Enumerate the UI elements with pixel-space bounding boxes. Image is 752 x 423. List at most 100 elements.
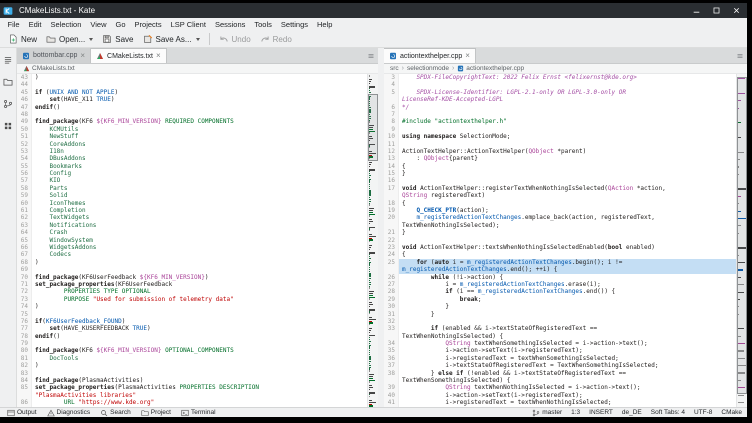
code-text: Crash bbox=[32, 229, 367, 236]
status-1-3[interactable]: 1:3 bbox=[571, 409, 580, 416]
statusbar-search-button[interactable]: Search bbox=[98, 409, 133, 417]
code-text: i->action->setText(i->registeredText); bbox=[399, 392, 736, 399]
output-icon bbox=[7, 409, 15, 417]
kate-logo-icon bbox=[3, 6, 13, 16]
code-area-left[interactable]: 43)4445if (UNIX AND NOT APPLE)46 set(HAV… bbox=[17, 74, 367, 407]
tab-actiontexthelper-cpp[interactable]: actiontexthelper.cpp bbox=[384, 48, 476, 63]
minimap-scrollbar-right[interactable] bbox=[736, 74, 747, 407]
menu-lsp-client[interactable]: LSP Client bbox=[166, 20, 210, 29]
save-as-button[interactable]: Save As... bbox=[139, 32, 204, 46]
tab-close-icon[interactable] bbox=[80, 52, 85, 60]
editor-pane-right: actiontexthelper.cpp src selectionmode act… bbox=[384, 48, 747, 407]
crumb-label: selectionmode bbox=[407, 65, 449, 72]
status-soft-tabs-4[interactable]: Soft Tabs: 4 bbox=[651, 409, 685, 416]
line-number: 59 bbox=[17, 192, 32, 199]
menu-projects[interactable]: Projects bbox=[130, 20, 166, 29]
code-text: endif() bbox=[32, 104, 367, 111]
code-text bbox=[32, 340, 367, 347]
toolbar-label: Save bbox=[115, 35, 133, 44]
open-button[interactable]: Open... bbox=[42, 32, 97, 46]
editor-left[interactable]: 43)4445if (UNIX AND NOT APPLE)46 set(HAV… bbox=[17, 74, 378, 407]
status-value: master bbox=[542, 409, 562, 416]
status-cmake[interactable]: CMake bbox=[721, 409, 742, 416]
document-list-button[interactable] bbox=[732, 48, 747, 63]
redo-button[interactable]: Redo bbox=[256, 32, 296, 46]
statusbar-project-button[interactable]: Project bbox=[139, 409, 173, 417]
tab-label: actiontexthelper.cpp bbox=[400, 53, 462, 60]
close-button[interactable] bbox=[728, 4, 744, 17]
git-branch-icon bbox=[532, 409, 540, 417]
toolview-plugins-button[interactable] bbox=[2, 119, 15, 132]
new-button[interactable]: New bbox=[4, 32, 41, 46]
code-line: 84find_package(PlasmaActivities) bbox=[17, 377, 367, 384]
menu-help[interactable]: Help bbox=[313, 20, 337, 29]
code-text: i->registeredText = textWhenSomethingIsS… bbox=[399, 355, 736, 362]
toolview-projects-button[interactable] bbox=[2, 97, 15, 110]
code-text: DocTools bbox=[32, 355, 367, 362]
code-text: */ bbox=[399, 104, 736, 111]
menu-tools[interactable]: Tools bbox=[250, 20, 277, 29]
crumb-cmakelists-txt[interactable]: CMakeLists.txt bbox=[23, 65, 75, 72]
tab-bottombar-cpp[interactable]: bottombar.cpp bbox=[17, 48, 91, 63]
minimap-viewport[interactable] bbox=[737, 77, 747, 393]
toolview-documents-button[interactable] bbox=[2, 53, 15, 66]
menu-settings[interactable]: Settings bbox=[276, 20, 312, 29]
line-number: 52 bbox=[17, 141, 32, 148]
editor-right[interactable]: 3 SPDX-FileCopyrightText: 2022 Felix Ern… bbox=[384, 74, 747, 407]
save-button[interactable]: Save bbox=[98, 32, 137, 46]
statusbar-button-label: Output bbox=[17, 409, 37, 416]
code-line-wrap: QString registeredText) bbox=[384, 192, 736, 199]
line-number: 27 bbox=[384, 281, 399, 288]
actiontexthelper-cpp-file-icon bbox=[457, 65, 464, 72]
menu-sessions[interactable]: Sessions bbox=[210, 20, 249, 29]
toolview-filesystem-browser-button[interactable] bbox=[2, 75, 15, 88]
code-area-right[interactable]: 3 SPDX-FileCopyrightText: 2022 Felix Ern… bbox=[384, 74, 736, 407]
tab-close-icon[interactable] bbox=[156, 52, 161, 60]
minimap-viewport[interactable] bbox=[368, 94, 378, 161]
undo-button[interactable]: Undo bbox=[215, 32, 255, 46]
code-line: 72 PROPERTIES TYPE OPTIONAL bbox=[17, 288, 367, 295]
line-number: 54 bbox=[17, 155, 32, 162]
code-text: } bbox=[399, 170, 736, 177]
crumb-src[interactable]: src bbox=[390, 65, 399, 72]
code-text: KCMUtils bbox=[32, 126, 367, 133]
toolbar: NewOpen... Save Save As... UndoRedo bbox=[0, 31, 747, 48]
code-text: NewStuff bbox=[32, 133, 367, 140]
menu-edit[interactable]: Edit bbox=[24, 20, 46, 29]
code-line: 66 WidgetsAddons bbox=[17, 244, 367, 251]
statusbar-diagnostics-button[interactable]: Diagnostics bbox=[45, 409, 93, 417]
code-text: PURPOSE "Used for submission of telemetr… bbox=[32, 296, 367, 303]
crumb-selectionmode[interactable]: selectionmode bbox=[407, 65, 449, 72]
status-master[interactable]: master bbox=[532, 409, 562, 417]
minimap-scrollbar-left[interactable] bbox=[367, 74, 378, 407]
status-insert[interactable]: INSERT bbox=[589, 409, 613, 416]
menu-view[interactable]: View bbox=[86, 20, 111, 29]
line-number: 23 bbox=[384, 244, 399, 251]
code-text: : QObject{parent} bbox=[399, 155, 736, 162]
menu-file[interactable]: File bbox=[3, 20, 24, 29]
line-number: 85 bbox=[17, 384, 32, 391]
tab-close-icon[interactable] bbox=[465, 52, 470, 60]
redo-icon bbox=[260, 34, 270, 44]
code-line: 74) bbox=[17, 303, 367, 310]
code-text: KIO bbox=[32, 177, 367, 184]
line-number: 73 bbox=[17, 296, 32, 303]
menu-go[interactable]: Go bbox=[111, 20, 130, 29]
statusbar-output-button[interactable]: Output bbox=[5, 409, 39, 417]
tab-cmakelists-txt[interactable]: CMakeLists.txt bbox=[91, 48, 167, 63]
maximize-button[interactable] bbox=[708, 4, 724, 17]
bottombar-cpp-file-icon bbox=[22, 52, 30, 60]
status-utf-8[interactable]: UTF-8 bbox=[694, 409, 712, 416]
line-number: 67 bbox=[17, 251, 32, 258]
minimize-button[interactable] bbox=[688, 4, 704, 17]
code-line: 51 NewStuff bbox=[17, 133, 367, 140]
line-number: 37 bbox=[384, 362, 399, 369]
code-line: 25 for (auto i = m_registeredActionTextC… bbox=[384, 259, 736, 266]
crumb-actiontexthelper-cpp[interactable]: actiontexthelper.cpp bbox=[457, 65, 524, 72]
document-list-button[interactable] bbox=[363, 48, 378, 63]
code-line: 6*/ bbox=[384, 104, 736, 111]
statusbar-button-label: Terminal bbox=[191, 409, 216, 416]
menu-selection[interactable]: Selection bbox=[46, 20, 86, 29]
statusbar-terminal-button[interactable]: Terminal bbox=[179, 409, 218, 417]
status-de-de[interactable]: de_DE bbox=[622, 409, 642, 416]
